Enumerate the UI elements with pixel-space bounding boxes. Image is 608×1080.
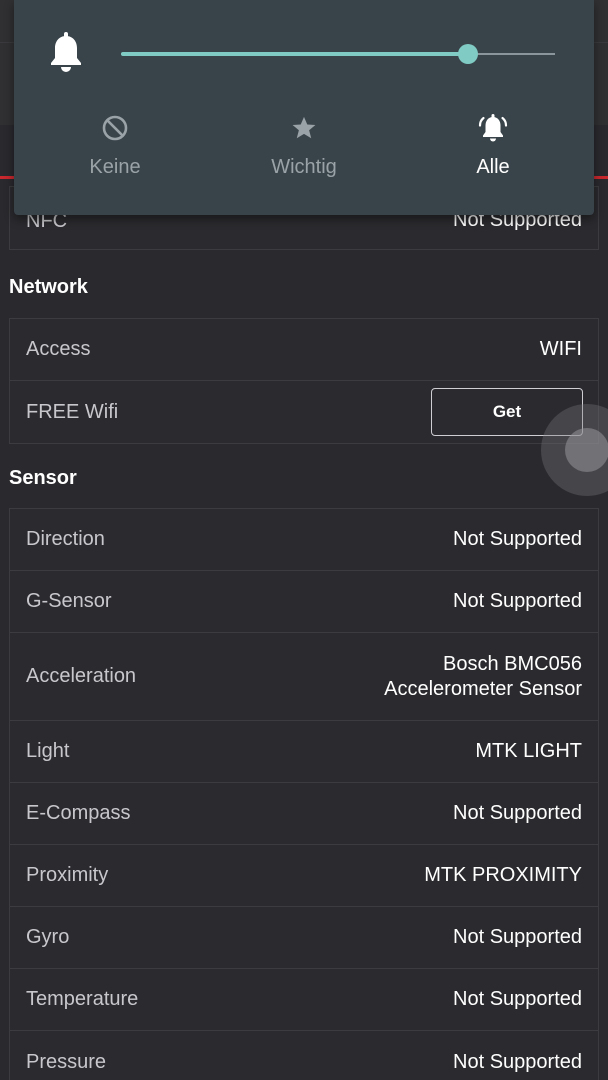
sensor-row-acceleration[interactable]: Acceleration Bosch BMC056 Accelerometer …: [10, 633, 598, 721]
sensor-row-gyro[interactable]: Gyro Not Supported: [10, 907, 598, 969]
row-label: Light: [26, 740, 70, 762]
value-line-1: Bosch BMC056: [443, 652, 582, 675]
row-value: MTK LIGHT: [475, 740, 582, 762]
screen: NFC Not Supported Network Access WIFI FR…: [0, 0, 608, 1080]
mode-label: Keine: [89, 156, 141, 178]
row-value: Not Supported: [453, 926, 582, 948]
row-label: Gyro: [26, 926, 70, 948]
bell-ringing-icon: [413, 110, 573, 146]
row-value: Not Supported: [453, 988, 582, 1010]
notification-volume-slider[interactable]: [121, 42, 555, 66]
sensor-row-direction[interactable]: Direction Not Supported: [10, 509, 598, 571]
row-value: Not Supported: [453, 1050, 582, 1073]
notification-volume-panel: Keine Wichtig Alle: [14, 0, 594, 215]
sensor-card: Direction Not Supported G-Sensor Not Sup…: [9, 508, 599, 1080]
row-label: Acceleration: [26, 665, 137, 687]
row-label: Access: [26, 338, 91, 360]
row-label: Temperature: [26, 988, 139, 1010]
sensor-row-proximity[interactable]: Proximity MTK PROXIMITY: [10, 845, 598, 907]
sensor-row-light[interactable]: Light MTK LIGHT: [10, 721, 598, 783]
access-row[interactable]: Access WIFI: [10, 319, 598, 381]
sensor-row-pressure[interactable]: Pressure Not Supported: [10, 1031, 598, 1080]
floating-button-core: [565, 428, 608, 472]
row-label: E-Compass: [26, 802, 131, 824]
sensor-section-title: Sensor: [9, 467, 77, 489]
row-value: Not Supported: [453, 802, 582, 824]
mode-alle[interactable]: Alle: [413, 110, 573, 179]
row-value: Not Supported: [453, 590, 582, 612]
network-card: Access WIFI FREE Wifi Get: [9, 318, 599, 444]
mode-keine[interactable]: Keine: [35, 110, 195, 179]
network-section-title: Network: [9, 276, 88, 298]
bell-icon[interactable]: [48, 32, 84, 74]
row-value: WIFI: [539, 338, 582, 360]
sensor-row-e-compass[interactable]: E-Compass Not Supported: [10, 783, 598, 845]
interruption-mode-selector: Keine Wichtig Alle: [14, 110, 594, 190]
free-wifi-row: FREE Wifi Get: [10, 381, 598, 443]
mode-label: Alle: [476, 156, 510, 178]
star-icon: [224, 110, 384, 146]
row-label: G-Sensor: [26, 590, 112, 612]
none-block-icon: [35, 110, 195, 146]
row-label: FREE Wifi: [26, 400, 119, 423]
mode-wichtig[interactable]: Wichtig: [224, 110, 384, 179]
row-value: MTK PROXIMITY: [424, 864, 582, 886]
row-label: Pressure: [26, 1050, 107, 1073]
mode-label: Wichtig: [271, 156, 337, 178]
row-value: Not Supported: [453, 528, 582, 550]
sensor-row-g-sensor[interactable]: G-Sensor Not Supported: [10, 571, 598, 633]
slider-thumb[interactable]: [458, 44, 479, 64]
value-line-2: Accelerometer Sensor: [384, 677, 582, 700]
row-value: Bosch BMC056 Accelerometer Sensor: [384, 652, 582, 702]
sensor-row-temperature[interactable]: Temperature Not Supported: [10, 969, 598, 1031]
row-label: Proximity: [26, 864, 109, 886]
slider-fill: [121, 52, 469, 56]
row-label: Direction: [26, 528, 105, 550]
